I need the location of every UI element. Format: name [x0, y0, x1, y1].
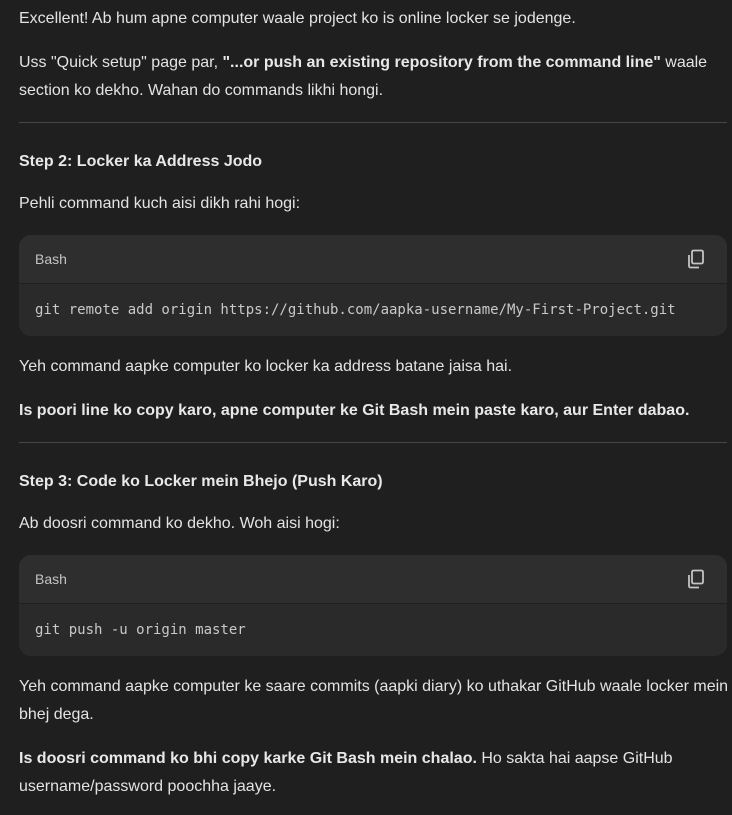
intro-line: Excellent! Ab hum apne computer waale pr…: [19, 10, 576, 27]
step2-instruction: Is poori line ko copy karo, apne compute…: [19, 402, 690, 419]
code-header: Bash: [19, 555, 727, 604]
step2-code-block: Bash git remote add origin https://githu…: [19, 235, 727, 336]
step2-explanation: Yeh command aapke computer ko locker ka …: [19, 358, 513, 375]
copy-code-button[interactable]: [685, 248, 707, 270]
step3-lead: Ab doosri command ko dekho. Woh aisi hog…: [19, 515, 340, 532]
code-body: git push -u origin master: [19, 604, 727, 656]
chat-response: Excellent! Ab hum apne computer waale pr…: [0, 0, 732, 815]
copy-icon: [688, 569, 704, 589]
intro-paragraph: Excellent! Ab hum apne computer waale pr…: [19, 5, 729, 33]
code-body: git remote add origin https://github.com…: [19, 284, 727, 336]
step2-heading: Step 2: Locker ka Address Jodo: [19, 153, 263, 170]
step3-instruction: Is doosri command ko bhi copy karke Git …: [19, 745, 729, 801]
instruction-emphasis: "...or push an existing repository from …: [222, 54, 661, 71]
copy-icon: [688, 249, 704, 269]
code-header: Bash: [19, 235, 727, 284]
divider: [19, 122, 727, 123]
step3-code-block: Bash git push -u origin master: [19, 555, 727, 656]
step2-lead: Pehli command kuch aisi dikh rahi hogi:: [19, 195, 301, 212]
code-language-label: Bash: [35, 571, 67, 587]
instruction-paragraph: Uss "Quick setup" page par, "...or push …: [19, 49, 729, 105]
instruction-text-start: Uss "Quick setup" page par,: [19, 54, 223, 71]
code-text[interactable]: git push -u origin master: [35, 616, 246, 644]
copy-code-button[interactable]: [685, 568, 707, 590]
code-language-label: Bash: [35, 251, 67, 267]
step3-instruction-emphasis: Is doosri command ko bhi copy karke Git …: [19, 750, 477, 767]
divider: [19, 442, 727, 443]
step3-heading: Step 3: Code ko Locker mein Bhejo (Push …: [19, 473, 383, 490]
code-text[interactable]: git remote add origin https://github.com…: [35, 296, 676, 324]
step3-explanation: Yeh command aapke computer ke saare comm…: [19, 678, 729, 723]
